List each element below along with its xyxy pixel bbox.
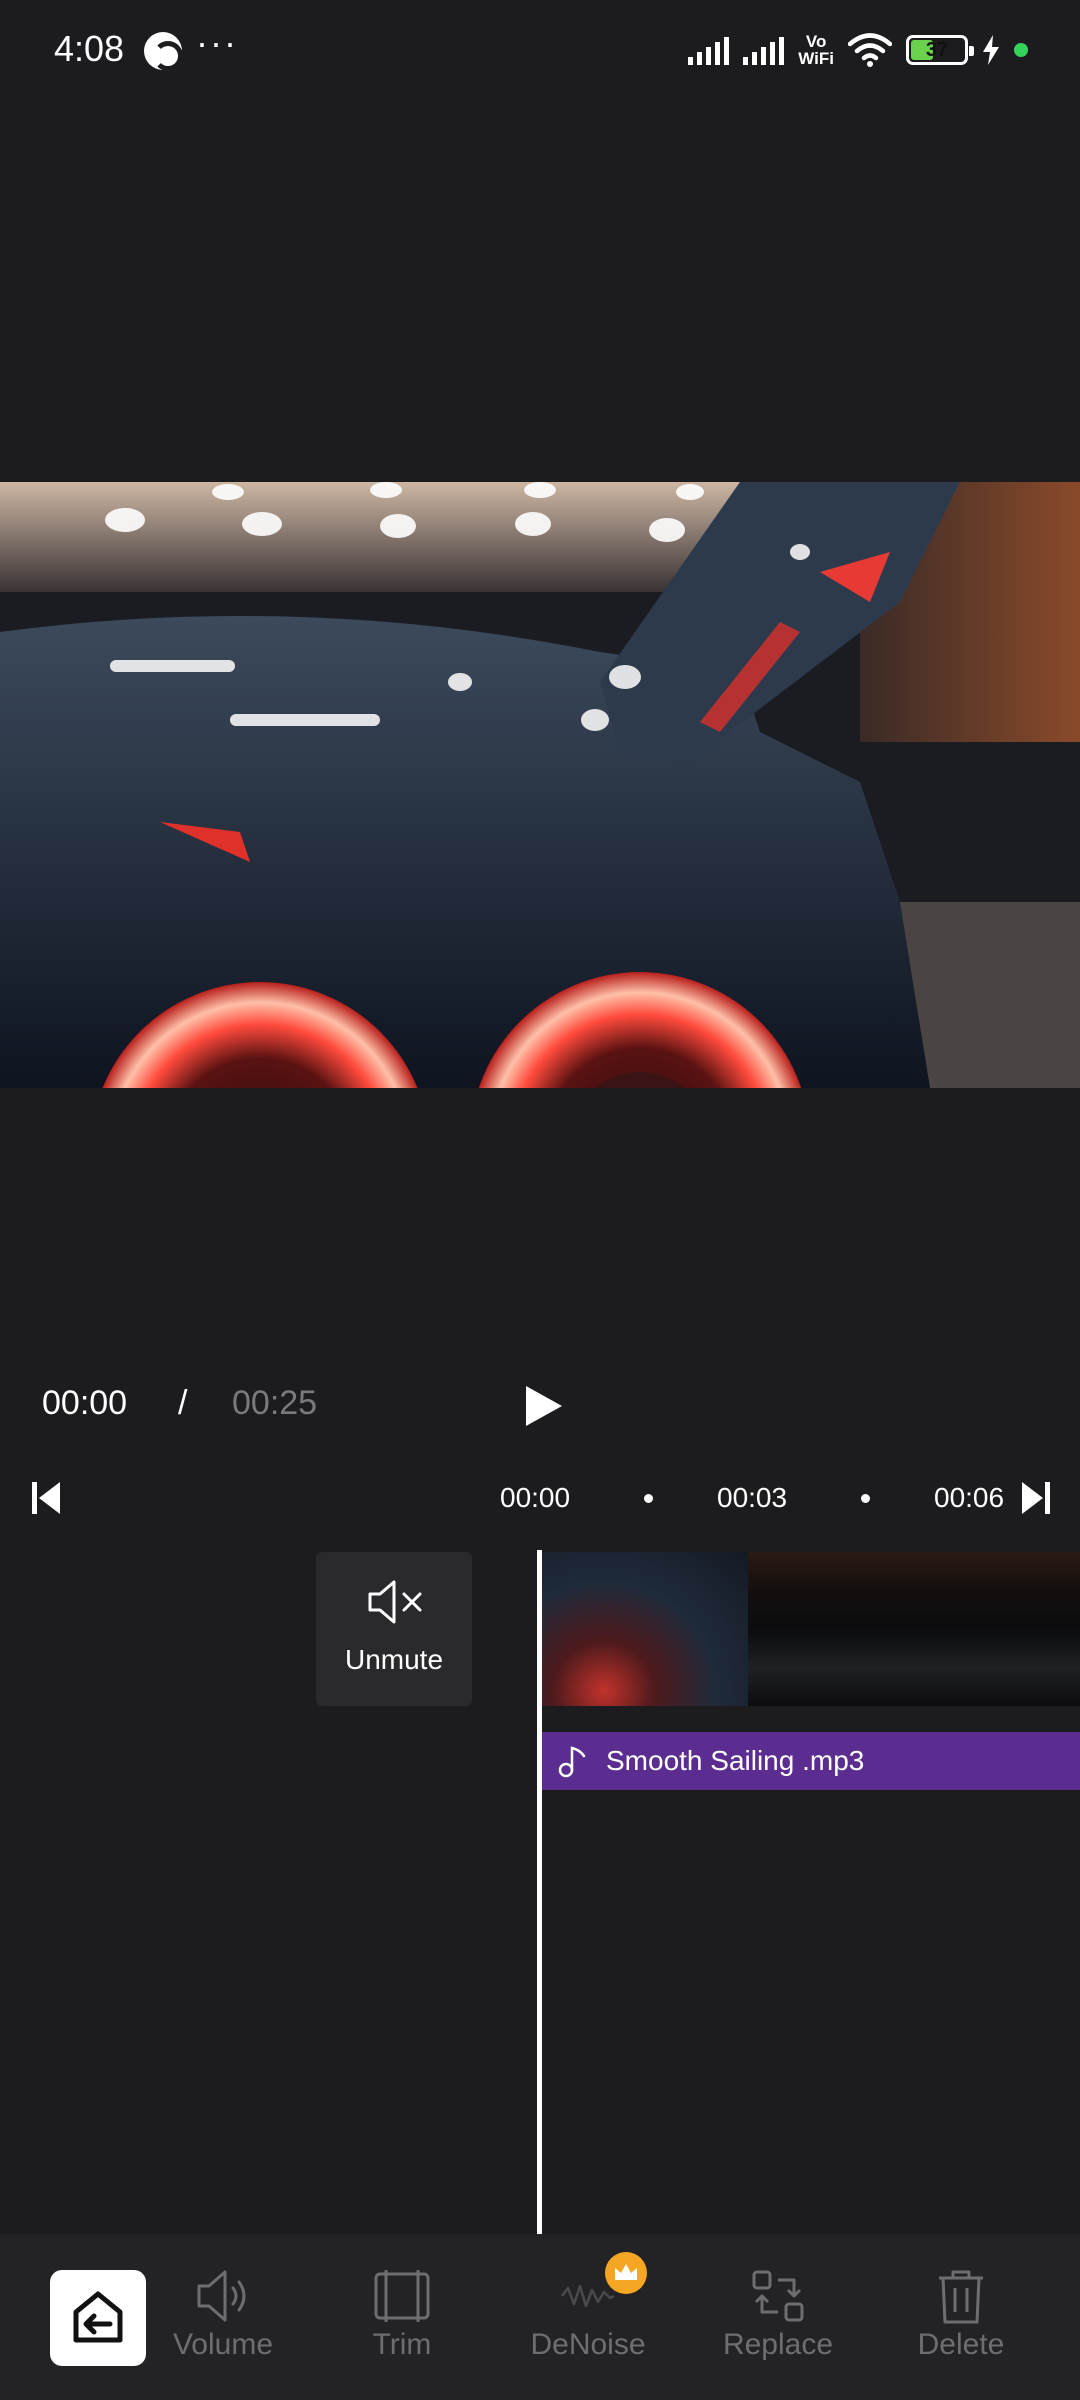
play-button[interactable]: [520, 1384, 564, 1428]
skip-to-start-icon: [32, 1482, 60, 1514]
status-time: 4:08: [54, 28, 125, 69]
battery-level: 37: [925, 39, 949, 61]
bottom-toolbar: Volume Trim DeNoise Replace Delete: [0, 2234, 1080, 2400]
app-notification-icon: [144, 32, 183, 71]
back-button[interactable]: [50, 2270, 146, 2366]
replace-tool-button[interactable]: Replace: [703, 2268, 853, 2388]
ruler-tick-dot: [644, 1494, 653, 1503]
delete-icon: [939, 2270, 983, 2324]
skip-to-end-icon: [1022, 1482, 1050, 1514]
signal-1-icon: [688, 35, 730, 65]
ruler-label-0: 00:00: [500, 1482, 571, 1513]
play-icon: [526, 1386, 562, 1426]
volume-label: Volume: [172, 2328, 274, 2361]
crown-icon: [605, 2252, 647, 2294]
vowifi-bottom-text: WiFi: [798, 49, 834, 68]
delete-label: Delete: [917, 2328, 1005, 2361]
privacy-indicator-icon: [1014, 43, 1028, 57]
skip-to-end-button[interactable]: [1016, 1480, 1052, 1516]
trim-label: Trim: [372, 2328, 432, 2361]
audio-track-name: Smooth Sailing .mp3: [606, 1745, 865, 1776]
unmute-label: Unmute: [344, 1644, 444, 1675]
playhead[interactable]: [537, 1550, 542, 2234]
replace-label: Replace: [722, 2328, 834, 2361]
denoise-tool-button[interactable]: DeNoise: [513, 2252, 663, 2388]
trim-icon: [374, 2270, 430, 2322]
denoise-label: DeNoise: [530, 2328, 646, 2361]
wifi-icon: [848, 33, 892, 67]
time-separator: /: [178, 1384, 188, 1422]
current-time: 00:00: [42, 1384, 128, 1422]
back-arrow-icon: [73, 2291, 123, 2343]
charging-icon: [982, 35, 1000, 65]
battery-icon: 37: [906, 35, 974, 65]
total-time: 00:25: [232, 1384, 318, 1422]
mute-speaker-icon: [368, 1580, 422, 1624]
ruler-label-1: 00:03: [717, 1482, 788, 1513]
ruler-label-2: 00:06: [934, 1482, 1005, 1513]
volume-tool-button[interactable]: Volume: [148, 2268, 298, 2388]
video-frame-image: [0, 482, 1080, 1088]
video-clip-track[interactable]: [542, 1552, 1080, 1706]
audio-track[interactable]: Smooth Sailing .mp3: [542, 1732, 1080, 1790]
trim-tool-button[interactable]: Trim: [327, 2268, 477, 2388]
signal-2-icon: [743, 35, 785, 65]
vowifi-icon: Vo WiFi: [798, 33, 834, 67]
vowifi-top-text: Vo: [805, 32, 827, 51]
unmute-button[interactable]: Unmute: [316, 1552, 472, 1706]
more-notifications-icon: ···: [196, 22, 238, 63]
delete-tool-button[interactable]: Delete: [886, 2268, 1036, 2388]
replace-icon: [752, 2270, 804, 2322]
status-bar: 4:08 ··· Vo WiFi 37: [0, 0, 1080, 100]
clip-thumbnail: [542, 1552, 748, 1706]
clip-thumbnail: [748, 1552, 1080, 1706]
volume-icon: [197, 2270, 246, 2322]
skip-to-start-button[interactable]: [30, 1480, 66, 1516]
video-preview[interactable]: [0, 482, 1080, 1088]
status-icons: Vo WiFi 37: [688, 30, 1028, 70]
music-note-icon: [558, 1746, 586, 1778]
ruler-tick-dot: [861, 1494, 870, 1503]
